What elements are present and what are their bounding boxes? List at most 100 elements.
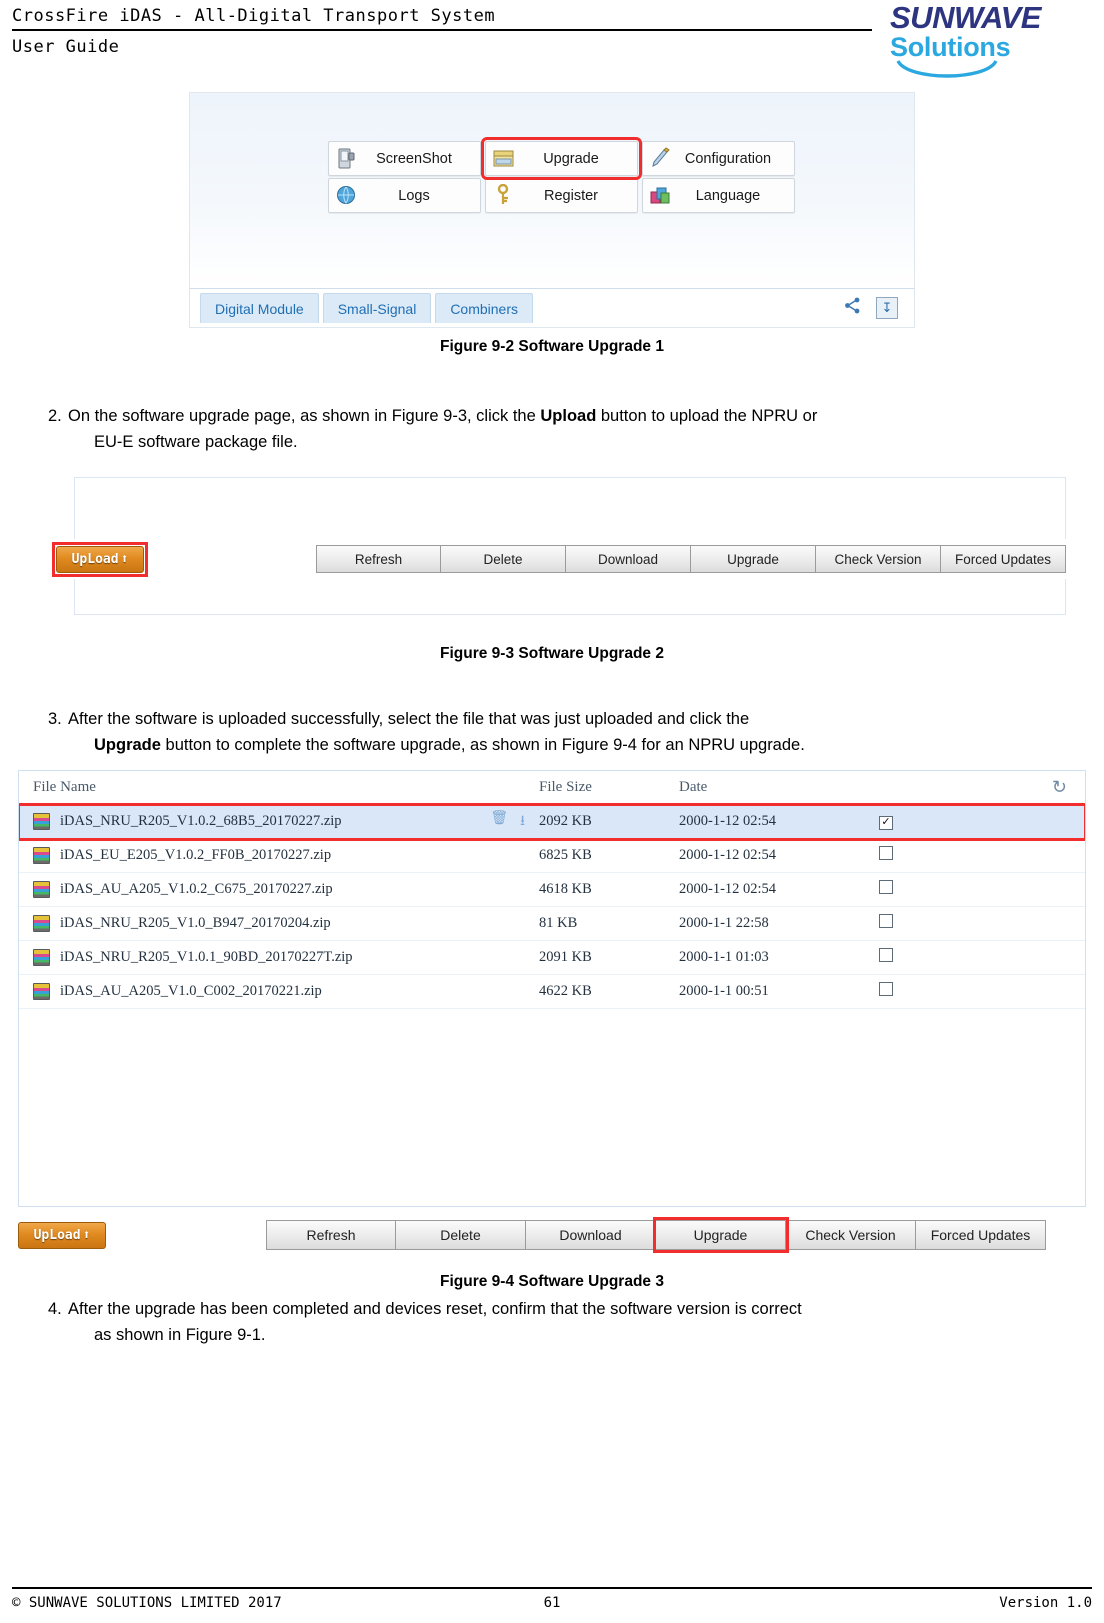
row-checkbox-cell xyxy=(879,948,964,967)
row-checkbox[interactable] xyxy=(879,914,893,929)
footer-page-number: 61 xyxy=(543,1595,561,1611)
step-2-number: 2. xyxy=(48,407,62,425)
file-name-text: iDAS_AU_A205_V1.0_C002_20170221.zip xyxy=(60,983,322,1000)
menu-tile-language[interactable]: Language xyxy=(642,178,795,213)
figure-9-4: File Name File Size Date ↻ iDAS_NRU_R205… xyxy=(18,770,1086,1257)
table-row[interactable]: iDAS_NRU_R205_V1.0.1_90BD_20170227T.zip … xyxy=(19,941,1085,976)
menu-tile-configuration[interactable]: Configuration xyxy=(642,141,795,176)
configuration-icon xyxy=(649,147,672,170)
upgrade-button[interactable]: Upgrade xyxy=(653,1217,789,1254)
upload-button-highlight: UpLoad ⬆ xyxy=(52,541,148,577)
download-icon[interactable]: ⭳ xyxy=(520,810,525,834)
table-row[interactable]: iDAS_NRU_R205_V1.0_B947_20170204.zip 81 … xyxy=(19,907,1085,942)
figure-9-3-caption: Figure 9-3 Software Upgrade 2 xyxy=(440,645,664,663)
row-checkbox-cell: ✓ xyxy=(879,813,964,830)
delete-icon[interactable]: 🗑 xyxy=(490,810,508,834)
download-button[interactable]: Download xyxy=(566,545,691,574)
footer-row: © SUNWAVE SOLUTIONS LIMITED 2017 61 Vers… xyxy=(12,1595,1092,1611)
screenshot-icon xyxy=(335,147,358,170)
menu-tile-label: Logs xyxy=(398,187,430,204)
footer-copyright: © SUNWAVE SOLUTIONS LIMITED 2017 xyxy=(12,1595,282,1611)
upload-button[interactable]: UpLoad ⬆ xyxy=(56,545,144,573)
file-size-cell: 6825 KB xyxy=(539,847,592,864)
download-button[interactable]: Download xyxy=(526,1220,656,1251)
tab-digital-module[interactable]: Digital Module xyxy=(200,293,319,323)
column-header-date: Date xyxy=(679,779,708,796)
table-row[interactable]: iDAS_EU_E205_V1.0.2_FF0B_20170227.zip 68… xyxy=(19,839,1085,874)
upgrade-menu-panel: ScreenShot Upgrade Configuration Logs Re… xyxy=(189,92,915,288)
row-checkbox[interactable] xyxy=(879,982,893,997)
file-table-header: File Name File Size Date ↻ xyxy=(19,771,1085,806)
row-checkbox[interactable] xyxy=(879,846,893,861)
file-name-cell: iDAS_NRU_R205_V1.0.1_90BD_20170227T.zip xyxy=(19,949,539,967)
table-row[interactable]: iDAS_NRU_R205_V1.0.2_68B5_20170227.zip 🗑… xyxy=(19,803,1085,842)
file-size-cell: 2091 KB xyxy=(539,949,592,966)
step-3-number: 3. xyxy=(48,710,62,729)
delete-button[interactable]: Delete xyxy=(396,1220,526,1251)
step-3-line2-rest: button to complete the software upgrade,… xyxy=(160,735,805,754)
check-version-button[interactable]: Check Version xyxy=(816,545,941,574)
page-footer: © SUNWAVE SOLUTIONS LIMITED 2017 61 Vers… xyxy=(0,1587,1104,1623)
step-2-upload-bold: Upload xyxy=(540,407,597,425)
menu-tile-label: Language xyxy=(695,187,761,204)
menu-tile-logs[interactable]: Logs xyxy=(328,178,481,213)
step-4-text: After the upgrade has been completed and… xyxy=(68,1297,1092,1348)
zip-file-icon xyxy=(33,949,50,967)
step-3-line1: After the software is uploaded successfu… xyxy=(68,710,750,729)
row-checkbox-cell xyxy=(879,880,964,899)
logo-wordmark-bottom: Solutions xyxy=(890,32,1011,62)
refresh-icon[interactable]: ↻ xyxy=(1052,777,1067,797)
upload-button[interactable]: UpLoad ⬆ xyxy=(18,1221,106,1249)
logo-wordmark-top: SUNWAVE xyxy=(890,0,1041,35)
row-checkbox[interactable] xyxy=(879,948,893,963)
file-table: File Name File Size Date ↻ iDAS_NRU_R205… xyxy=(18,770,1086,1208)
download-box-icon[interactable]: ↧ xyxy=(876,297,898,319)
header-divider xyxy=(12,29,872,31)
menu-tile-screenshot[interactable]: ScreenShot xyxy=(328,141,481,176)
step-4-line1: After the upgrade has been completed and… xyxy=(68,1300,802,1319)
forced-updates-button[interactable]: Forced Updates xyxy=(916,1220,1046,1251)
file-date-cell: 2000-1-1 22:58 xyxy=(679,915,769,932)
check-version-button[interactable]: Check Version xyxy=(786,1220,916,1251)
menu-tile-upgrade[interactable]: Upgrade xyxy=(481,137,642,180)
file-date-cell: 2000-1-1 01:03 xyxy=(679,949,769,966)
row-checkbox[interactable] xyxy=(879,880,893,895)
upgrade-icon xyxy=(492,147,515,170)
file-date-cell: 2000-1-12 02:54 xyxy=(679,813,777,830)
language-icon xyxy=(649,184,672,207)
menu-tile-register[interactable]: Register xyxy=(485,178,638,213)
row-checkbox[interactable]: ✓ xyxy=(879,815,893,830)
table-row[interactable]: iDAS_AU_A205_V1.0.2_C675_20170227.zip 46… xyxy=(19,873,1085,908)
share-icon[interactable] xyxy=(843,296,862,320)
forced-updates-button[interactable]: Forced Updates xyxy=(941,545,1066,574)
file-name-text: iDAS_NRU_R205_V1.0.2_68B5_20170227.zip xyxy=(60,813,342,830)
upload-panel-top xyxy=(74,477,1066,540)
file-date-cell: 2000-1-12 02:54 xyxy=(679,847,777,864)
figure-9-2-caption: Figure 9-2 Software Upgrade 1 xyxy=(440,338,664,355)
tab-combiners[interactable]: Combiners xyxy=(435,293,534,323)
menu-tile-label: Configuration xyxy=(684,150,772,167)
file-date-cell: 2000-1-1 00:51 xyxy=(679,983,769,1000)
menu-tile-grid: ScreenShot Upgrade Configuration Logs Re… xyxy=(328,137,795,213)
figure-9-4-action-bar: UpLoad ⬆ Refresh Delete Download Upgrade… xyxy=(18,1213,1086,1257)
logs-icon xyxy=(335,184,358,207)
upload-panel-bottom xyxy=(74,579,1066,616)
file-name-cell: iDAS_EU_E205_V1.0.2_FF0B_20170227.zip xyxy=(19,847,539,865)
zip-file-icon xyxy=(33,915,50,933)
footer-version: Version 1.0 xyxy=(999,1595,1092,1611)
file-size-cell: 4622 KB xyxy=(539,983,592,1000)
refresh-button[interactable]: Refresh xyxy=(316,545,441,574)
upgrade-button[interactable]: Upgrade xyxy=(691,545,816,574)
step-4: 4. After the upgrade has been completed … xyxy=(12,1297,1092,1348)
step-3: 3. After the software is uploaded succes… xyxy=(12,707,1092,758)
refresh-button[interactable]: Refresh xyxy=(266,1220,396,1251)
tab-small-signal[interactable]: Small-Signal xyxy=(322,293,432,323)
delete-button[interactable]: Delete xyxy=(441,545,566,574)
upload-action-bar: UpLoad ⬆ Refresh Delete Download Upgrade… xyxy=(52,539,1066,579)
figure-9-2: ScreenShot Upgrade Configuration Logs Re… xyxy=(189,92,915,328)
step-2-line1b: button to upload the NPRU or xyxy=(596,407,818,425)
table-row[interactable]: iDAS_AU_A205_V1.0_C002_20170221.zip 4622… xyxy=(19,975,1085,1010)
upload-button-label: UpLoad xyxy=(71,551,119,567)
figure-9-3-button-row: Refresh Delete Download Upgrade Check Ve… xyxy=(316,545,1066,574)
row-checkbox-cell xyxy=(879,982,964,1001)
